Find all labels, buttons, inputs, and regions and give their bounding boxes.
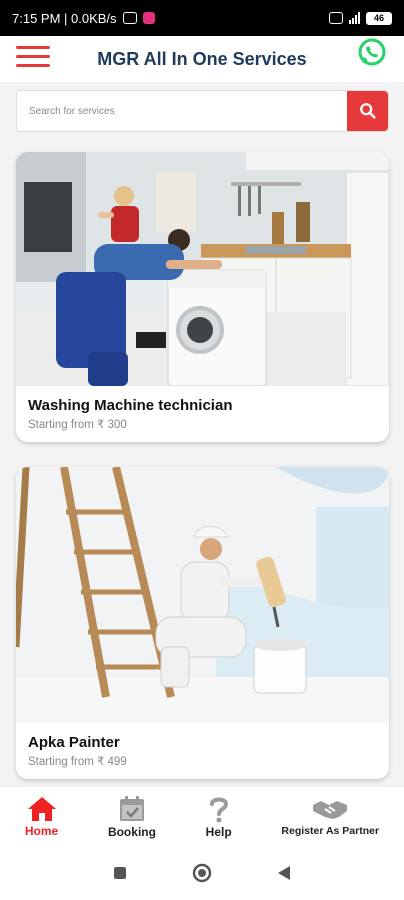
search-bar — [16, 90, 389, 132]
app-title: MGR All In One Services — [97, 48, 307, 69]
nav-item-home[interactable]: Home — [25, 796, 58, 838]
service-price: Starting from ₹ 499 — [28, 756, 127, 768]
card-body: Apka Painter Starting from ₹ 499 — [16, 723, 389, 779]
service-card-painter[interactable]: Apka Painter Starting from ₹ 499 — [16, 467, 389, 779]
nav-label-register-partner: Register As Partner — [281, 824, 380, 837]
question-icon — [209, 797, 228, 822]
card-body: Washing Machine technician Starting from… — [16, 386, 389, 442]
search-icon — [359, 103, 376, 119]
washing-machine-image — [16, 152, 389, 386]
status-time: 7:15 PM | 0.0KB/s — [12, 10, 117, 26]
nav-item-booking[interactable]: Booking — [108, 795, 156, 839]
status-bar: 7:15 PM | 0.0KB/s 46 — [0, 0, 404, 36]
nav-label-help: Help — [205, 824, 232, 839]
service-card-washing-machine[interactable]: Washing Machine technician Starting from… — [16, 152, 389, 442]
hamburger-menu-icon[interactable] — [16, 46, 50, 70]
nav-label-booking: Booking — [107, 824, 156, 839]
service-price: Starting from ₹ 300 — [28, 419, 127, 431]
battery-icon: 46 — [366, 11, 392, 25]
back-icon[interactable] — [277, 865, 291, 881]
nav-item-register-partner[interactable]: Register As Partner — [281, 797, 379, 837]
instagram-icon — [142, 12, 155, 24]
whatsapp-icon[interactable] — [356, 36, 388, 68]
painter-image — [16, 467, 389, 723]
alarm-icon — [122, 12, 137, 24]
signal-icon — [349, 12, 360, 24]
search-input[interactable] — [17, 91, 347, 131]
nav-label-home: Home — [24, 823, 59, 838]
app-header: MGR All In One Services — [0, 36, 404, 82]
calendar-icon — [119, 795, 144, 821]
bottom-navigation: Home Booking Help Register As Partner — [0, 786, 404, 846]
search-button[interactable] — [347, 91, 388, 131]
recent-apps-icon[interactable] — [113, 866, 127, 880]
home-button-icon[interactable] — [192, 863, 212, 883]
service-title: Apka Painter — [28, 734, 120, 751]
nav-item-help[interactable]: Help — [206, 795, 232, 839]
service-title: Washing Machine technician — [28, 397, 233, 414]
system-navigation — [0, 846, 404, 900]
bluetooth-icon — [329, 12, 343, 24]
status-right: 46 — [329, 11, 392, 25]
home-icon — [27, 796, 56, 821]
status-left: 7:15 PM | 0.0KB/s — [12, 11, 155, 26]
handshake-icon — [313, 800, 348, 819]
